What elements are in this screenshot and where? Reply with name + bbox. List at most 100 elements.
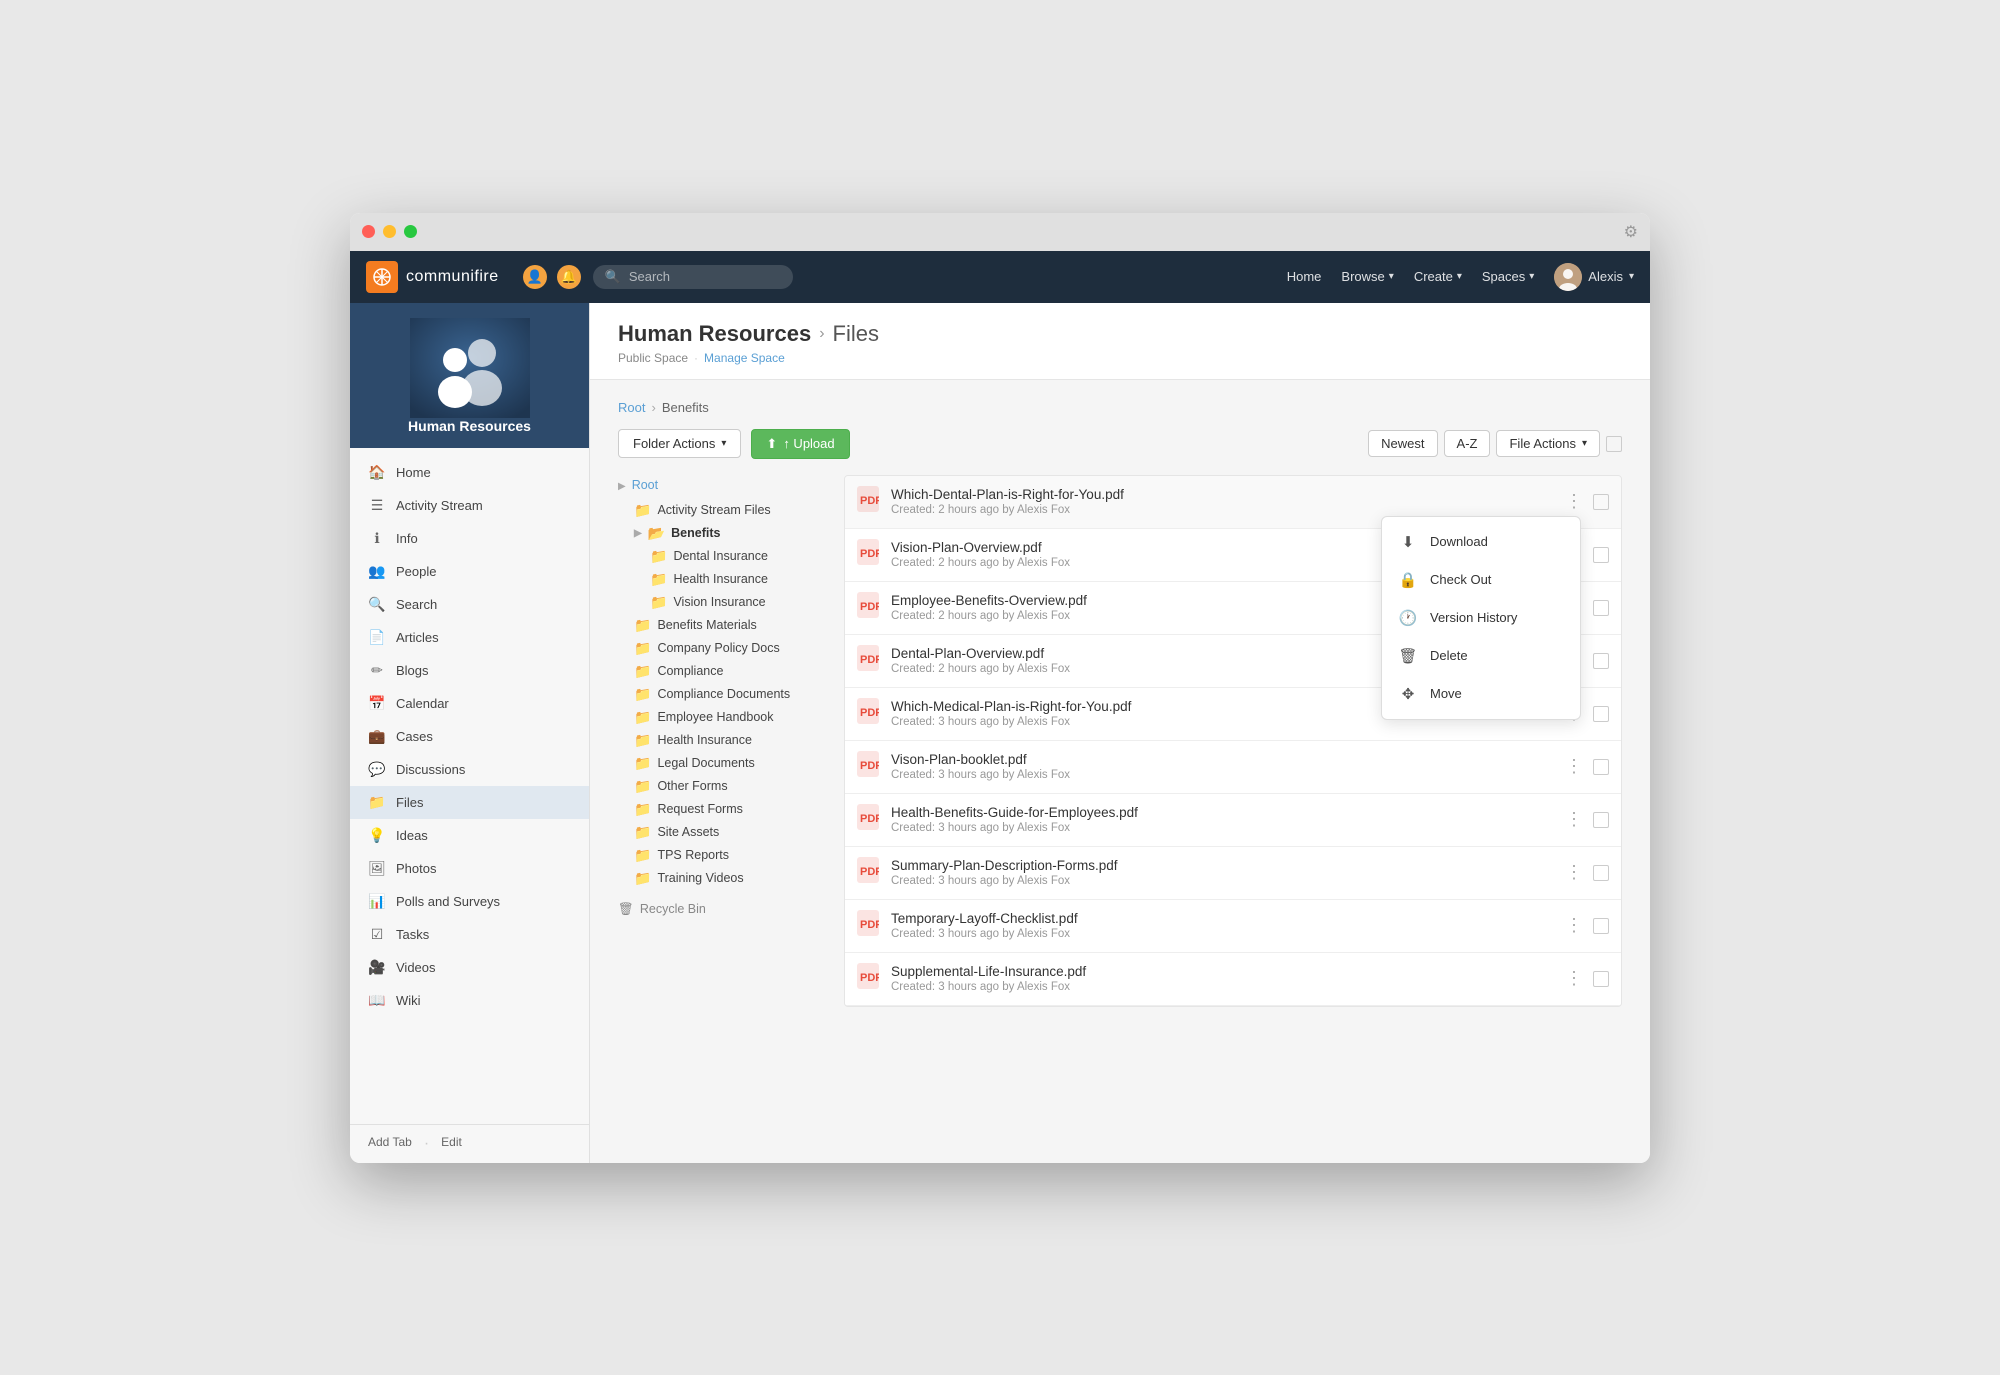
sidebar-item-people[interactable]: 👥 People (350, 555, 589, 588)
file-checkbox[interactable] (1593, 600, 1609, 616)
file-kebab-button[interactable]: ⋮ (1561, 913, 1587, 938)
sidebar-item-blogs[interactable]: ✏ Blogs (350, 654, 589, 687)
tree-item-benefits-materials[interactable]: 📁 Benefits Materials (634, 614, 828, 637)
file-checkbox[interactable] (1593, 865, 1609, 881)
file-actions-button[interactable]: File Actions ▾ (1496, 430, 1600, 457)
file-checkbox[interactable] (1593, 812, 1609, 828)
dropdown-download[interactable]: ⬇ Download (1382, 523, 1580, 561)
svg-text:PDF: PDF (860, 972, 879, 984)
file-checkbox[interactable] (1593, 971, 1609, 987)
pdf-icon: PDF (857, 804, 881, 836)
file-kebab-button[interactable]: ⋮ (1561, 966, 1587, 991)
nav-user[interactable]: Alexis ▾ (1554, 263, 1634, 291)
nav-browse[interactable]: Browse ▾ (1341, 269, 1393, 284)
folder-actions-button[interactable]: Folder Actions ▾ (618, 429, 741, 458)
file-name[interactable]: Temporary-Layoff-Checklist.pdf (891, 911, 1551, 926)
file-checkbox[interactable] (1593, 759, 1609, 775)
maximize-button[interactable] (404, 225, 417, 238)
tree-root[interactable]: ▶ Root (618, 475, 828, 499)
tree-item-compliance-docs[interactable]: 📁 Compliance Documents (634, 683, 828, 706)
dropdown-delete[interactable]: 🗑 Delete (1382, 637, 1580, 675)
sidebar-item-photos[interactable]: 🖼 Photos (350, 852, 589, 885)
sidebar-item-discussions[interactable]: 💬 Discussions (350, 753, 589, 786)
tree-item-legal[interactable]: 📁 Legal Documents (634, 752, 828, 775)
sidebar-item-ideas-label: Ideas (396, 828, 428, 843)
home-icon: 🏠 (368, 464, 386, 481)
file-actions: ⋮ (1561, 860, 1609, 885)
sidebar-item-ideas[interactable]: 💡 Ideas (350, 819, 589, 852)
sidebar-item-wiki[interactable]: 📖 Wiki (350, 984, 589, 1017)
file-kebab-button[interactable]: ⋮ (1561, 807, 1587, 832)
sidebar-item-info[interactable]: ℹ Info (350, 522, 589, 555)
select-all-checkbox[interactable] (1606, 436, 1622, 452)
sidebar-item-search[interactable]: 🔍 Search (350, 588, 589, 621)
upload-icon: ⬆ (766, 436, 777, 452)
file-checkbox[interactable] (1593, 494, 1609, 510)
file-checkbox[interactable] (1593, 547, 1609, 563)
file-checkbox[interactable] (1593, 918, 1609, 934)
dropdown-version-history[interactable]: 🕐 Version History (1382, 599, 1580, 637)
tree-item-site-assets[interactable]: 📁 Site Assets (634, 821, 828, 844)
nav-spaces[interactable]: Spaces ▾ (1482, 269, 1534, 284)
add-tab-link[interactable]: Add Tab (368, 1135, 412, 1153)
sidebar-item-tasks[interactable]: ☑ Tasks (350, 918, 589, 951)
sidebar-item-home[interactable]: 🏠 Home (350, 456, 589, 489)
svg-text:PDF: PDF (860, 760, 879, 772)
tree-item-vision[interactable]: 📁 Vision Insurance (650, 591, 828, 614)
file-checkbox[interactable] (1593, 706, 1609, 722)
tree-root-arrow: ▶ (618, 481, 626, 492)
sidebar-item-articles[interactable]: 📄 Articles (350, 621, 589, 654)
close-button[interactable] (362, 225, 375, 238)
messages-icon[interactable]: 👤 (523, 265, 547, 289)
manage-space-link[interactable]: Manage Space (704, 351, 785, 365)
space-meta: Public Space · Manage Space (618, 351, 1622, 365)
tree-item-other-forms[interactable]: 📁 Other Forms (634, 775, 828, 798)
file-name[interactable]: Health-Benefits-Guide-for-Employees.pdf (891, 805, 1551, 820)
tree-item-tps[interactable]: 📁 TPS Reports (634, 844, 828, 867)
file-kebab-button[interactable]: ⋮ (1561, 754, 1587, 779)
sidebar-item-discussions-label: Discussions (396, 762, 465, 777)
tree-item-employee-handbook[interactable]: 📁 Employee Handbook (634, 706, 828, 729)
edit-link[interactable]: Edit (441, 1135, 462, 1153)
file-name[interactable]: Summary-Plan-Description-Forms.pdf (891, 858, 1551, 873)
tree-item-activity-stream-files[interactable]: 📁 Activity Stream Files (634, 499, 828, 522)
sidebar-item-activity-stream[interactable]: ☰ Activity Stream (350, 489, 589, 522)
tree-item-compliance[interactable]: 📁 Compliance (634, 660, 828, 683)
notifications-icon[interactable]: 🔔 (557, 265, 581, 289)
sidebar-item-videos[interactable]: 🎥 Videos (350, 951, 589, 984)
tree-item-request-forms[interactable]: 📁 Request Forms (634, 798, 828, 821)
file-info: Health-Benefits-Guide-for-Employees.pdf … (891, 805, 1551, 834)
minimize-button[interactable] (383, 225, 396, 238)
file-checkbox[interactable] (1593, 653, 1609, 669)
recycle-bin[interactable]: 🗑 Recycle Bin (618, 902, 828, 917)
file-name[interactable]: Which-Dental-Plan-is-Right-for-You.pdf (891, 487, 1551, 502)
search-bar[interactable]: 🔍 (593, 265, 793, 289)
sidebar-item-polls[interactable]: 📊 Polls and Surveys (350, 885, 589, 918)
tree-item-company-policy[interactable]: 📁 Company Policy Docs (634, 637, 828, 660)
file-name[interactable]: Vison-Plan-booklet.pdf (891, 752, 1551, 767)
sort-newest-button[interactable]: Newest (1368, 430, 1437, 457)
tree-item-dental[interactable]: 📁 Dental Insurance (650, 545, 828, 568)
tree-item-health-insurance-sub[interactable]: 📁 Health Insurance (650, 568, 828, 591)
user-dropdown-icon: ▾ (1629, 271, 1634, 282)
file-name[interactable]: Supplemental-Life-Insurance.pdf (891, 964, 1551, 979)
nav-home[interactable]: Home (1287, 269, 1322, 284)
sidebar-item-files[interactable]: 📁 Files (350, 786, 589, 819)
checkout-icon: 🔒 (1398, 571, 1418, 589)
file-kebab-button[interactable]: ⋮ (1561, 860, 1587, 885)
file-kebab-button[interactable]: ⋮ (1561, 489, 1587, 514)
breadcrumb-root[interactable]: Root (618, 400, 645, 415)
settings-icon[interactable]: ⚙ (1624, 222, 1638, 242)
search-input[interactable] (629, 269, 781, 284)
dropdown-move[interactable]: ✥ Move (1382, 675, 1580, 713)
nav-create[interactable]: Create ▾ (1414, 269, 1462, 284)
file-row: PDF Which-Dental-Plan-is-Right-for-You.p… (845, 476, 1621, 529)
sort-az-button[interactable]: A-Z (1444, 430, 1491, 457)
tree-item-benefits[interactable]: ▶ 📂 Benefits (634, 522, 828, 545)
sidebar-item-calendar[interactable]: 📅 Calendar (350, 687, 589, 720)
tree-item-training[interactable]: 📁 Training Videos (634, 867, 828, 890)
sidebar-item-cases[interactable]: 💼 Cases (350, 720, 589, 753)
tree-item-health-insurance[interactable]: 📁 Health Insurance (634, 729, 828, 752)
dropdown-checkout[interactable]: 🔒 Check Out (1382, 561, 1580, 599)
upload-button[interactable]: ⬆ ↑ Upload (751, 429, 849, 459)
